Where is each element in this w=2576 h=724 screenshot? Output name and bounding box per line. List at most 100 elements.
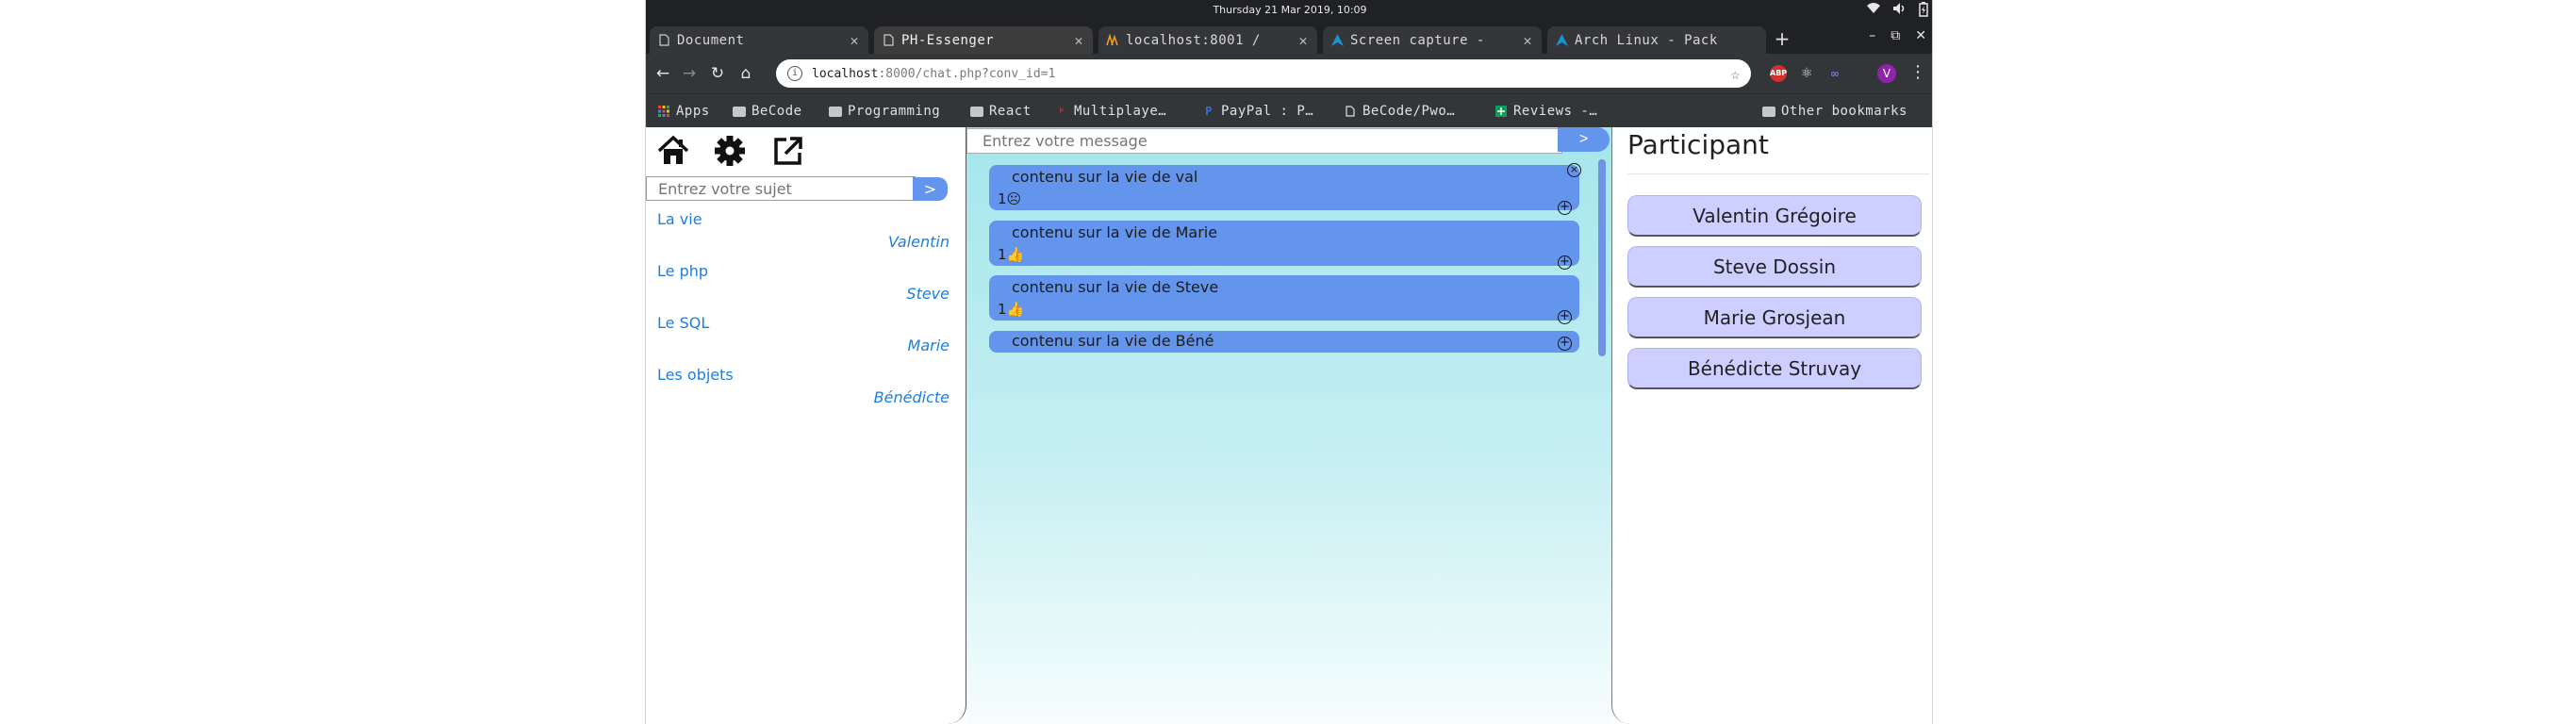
message-text: contenu sur la vie de val bbox=[1012, 168, 1198, 186]
home-icon[interactable] bbox=[657, 135, 691, 169]
battery-icon[interactable] bbox=[1919, 2, 1928, 21]
reviews-icon bbox=[1494, 105, 1508, 118]
pin-icon: ᵖ bbox=[1058, 105, 1065, 118]
message-submit-button[interactable]: > bbox=[1558, 127, 1610, 152]
bookmark-other[interactable]: Other bookmarks bbox=[1762, 103, 1907, 120]
participant-button[interactable]: Marie Grosjean bbox=[1627, 297, 1922, 338]
subject-author: Bénédicte bbox=[873, 388, 949, 406]
close-tab-icon[interactable]: ✕ bbox=[1074, 32, 1083, 49]
tab-ph-essenger[interactable]: PH-Essenger ✕ bbox=[874, 26, 1093, 54]
close-tab-icon[interactable]: ✕ bbox=[1523, 32, 1532, 49]
arch-icon bbox=[1555, 34, 1568, 47]
subject-author: Steve bbox=[906, 285, 949, 303]
volume-icon[interactable] bbox=[1892, 2, 1907, 21]
tab-document[interactable]: Document ✕ bbox=[650, 26, 868, 54]
url-host: localhost bbox=[812, 66, 879, 81]
apps-icon bbox=[657, 105, 670, 118]
bookmark-programming[interactable]: Programming bbox=[829, 103, 940, 120]
add-reaction-icon[interactable]: + bbox=[1558, 337, 1572, 351]
participant-button[interactable]: Steve Dossin bbox=[1627, 246, 1922, 288]
close-tab-icon[interactable]: ✕ bbox=[1298, 32, 1308, 49]
subject-author: Valentin bbox=[887, 233, 949, 251]
gear-icon[interactable] bbox=[714, 135, 748, 169]
bookmarks-bar: Apps BeCode Programming React ᵖ Multipla… bbox=[646, 93, 1932, 127]
bookmark-react[interactable]: React bbox=[970, 103, 1032, 120]
bookmark-multiplayer[interactable]: ᵖ Multiplaye… bbox=[1055, 103, 1166, 120]
new-tab-button[interactable]: + bbox=[1772, 28, 1792, 49]
add-reaction-icon[interactable]: + bbox=[1558, 310, 1572, 324]
tab-title: localhost:8001 / bbox=[1126, 32, 1261, 48]
subject-author: Marie bbox=[907, 337, 949, 354]
bookmark-becode-pwo[interactable]: BeCode/Pwo… bbox=[1344, 103, 1455, 120]
external-link-icon[interactable] bbox=[772, 135, 806, 169]
extension-icon[interactable]: ∞ bbox=[1826, 65, 1843, 82]
subject-title[interactable]: Le SQL bbox=[657, 314, 949, 332]
address-bar[interactable]: i localhost:8000/chat.php?conv_id=1 ☆ bbox=[776, 59, 1751, 88]
reload-icon[interactable]: ↻ bbox=[706, 62, 729, 85]
chat-panel: > contenu sur la vie de val 1☹ + × conte… bbox=[966, 127, 1611, 724]
add-reaction-icon[interactable]: + bbox=[1558, 255, 1572, 270]
chat-scrollbar[interactable] bbox=[1598, 159, 1606, 356]
home-icon[interactable]: ⌂ bbox=[735, 62, 757, 85]
message-text: contenu sur la vie de Steve bbox=[1012, 278, 1219, 296]
subject-item[interactable]: Le SQL Marie bbox=[657, 314, 949, 363]
chat-message: contenu sur la vie de Steve 1👍 + bbox=[989, 275, 1579, 324]
folder-icon bbox=[1762, 106, 1775, 117]
participant-button[interactable]: Bénédicte Struvay bbox=[1627, 348, 1922, 389]
tab-phpmyadmin[interactable]: localhost:8001 / ✕ bbox=[1098, 26, 1317, 54]
subjects-panel: > La vie Valentin Le php Steve Le SQL Ma… bbox=[646, 127, 966, 724]
bookmark-reviews[interactable]: Reviews -… bbox=[1494, 103, 1597, 120]
info-icon[interactable]: i bbox=[787, 66, 802, 81]
tab-arch-linux[interactable]: Arch Linux - Pack bbox=[1547, 26, 1766, 54]
delete-message-icon[interactable]: × bbox=[1567, 163, 1581, 177]
subject-title[interactable]: Le php bbox=[657, 262, 949, 280]
tab-screen-capture[interactable]: Screen capture - ✕ bbox=[1323, 26, 1542, 54]
menu-icon[interactable]: ⋮ bbox=[1909, 62, 1926, 82]
bookmark-label: Apps bbox=[676, 104, 710, 119]
subject-input[interactable] bbox=[646, 176, 916, 201]
folder-icon bbox=[733, 106, 746, 117]
subject-item[interactable]: La vie Valentin bbox=[657, 210, 949, 259]
subject-item[interactable]: Le php Steve bbox=[657, 262, 949, 311]
message-text: contenu sur la vie de Béné bbox=[1012, 332, 1214, 350]
message-input[interactable] bbox=[966, 128, 1562, 154]
participants-panel: Participant Valentin Grégoire Steve Doss… bbox=[1611, 127, 1932, 724]
bookmark-becode[interactable]: BeCode bbox=[733, 103, 802, 120]
tab-title: Document bbox=[677, 32, 745, 48]
message-reaction[interactable]: 1👍 bbox=[998, 301, 1024, 318]
system-clock: Thursday 21 Mar 2019, 10:09 bbox=[1213, 4, 1367, 16]
bookmark-apps[interactable]: Apps bbox=[657, 103, 710, 120]
add-reaction-icon[interactable]: + bbox=[1558, 201, 1572, 215]
restore-icon[interactable]: ⧉ bbox=[1891, 28, 1900, 43]
system-tray bbox=[1866, 2, 1928, 21]
back-icon[interactable]: ← bbox=[652, 62, 674, 85]
message-form: > bbox=[966, 127, 1611, 154]
bookmark-label: React bbox=[989, 104, 1032, 119]
react-devtools-icon[interactable]: ⚛ bbox=[1798, 65, 1815, 82]
phpmyadmin-icon bbox=[1106, 34, 1119, 47]
forward-icon[interactable]: → bbox=[678, 62, 701, 85]
message-reaction[interactable]: 1👍 bbox=[998, 246, 1024, 263]
subject-item[interactable]: Les objets Bénédicte bbox=[657, 366, 949, 415]
window-controls: – ⧉ ✕ bbox=[1869, 28, 1926, 43]
close-tab-icon[interactable]: ✕ bbox=[850, 32, 859, 49]
url-path: :8000/chat.php?conv_id=1 bbox=[878, 66, 1056, 81]
wifi-icon[interactable] bbox=[1866, 2, 1881, 21]
subject-title[interactable]: Les objets bbox=[657, 366, 949, 384]
adblock-icon[interactable]: ABP bbox=[1770, 65, 1787, 82]
browser-window: Thursday 21 Mar 2019, 10:09 Document ✕ P… bbox=[645, 0, 1933, 724]
bookmark-star-icon[interactable]: ☆ bbox=[1730, 65, 1740, 83]
tab-strip: Document ✕ PH-Essenger ✕ localhost:8001 … bbox=[646, 21, 1932, 54]
divider bbox=[1627, 173, 1929, 174]
folder-icon bbox=[970, 106, 983, 117]
participant-button[interactable]: Valentin Grégoire bbox=[1627, 195, 1922, 237]
message-reaction[interactable]: 1☹ bbox=[998, 190, 1021, 207]
bookmark-label: Reviews -… bbox=[1513, 104, 1598, 119]
close-window-icon[interactable]: ✕ bbox=[1915, 28, 1926, 43]
subject-submit-button[interactable]: > bbox=[913, 177, 948, 201]
minimize-icon[interactable]: – bbox=[1869, 28, 1875, 43]
bookmark-paypal[interactable]: P PayPal : P… bbox=[1202, 103, 1313, 120]
profile-avatar[interactable]: V bbox=[1877, 64, 1896, 83]
subject-title[interactable]: La vie bbox=[657, 210, 949, 228]
bookmark-label: BeCode/Pwo… bbox=[1362, 104, 1456, 119]
